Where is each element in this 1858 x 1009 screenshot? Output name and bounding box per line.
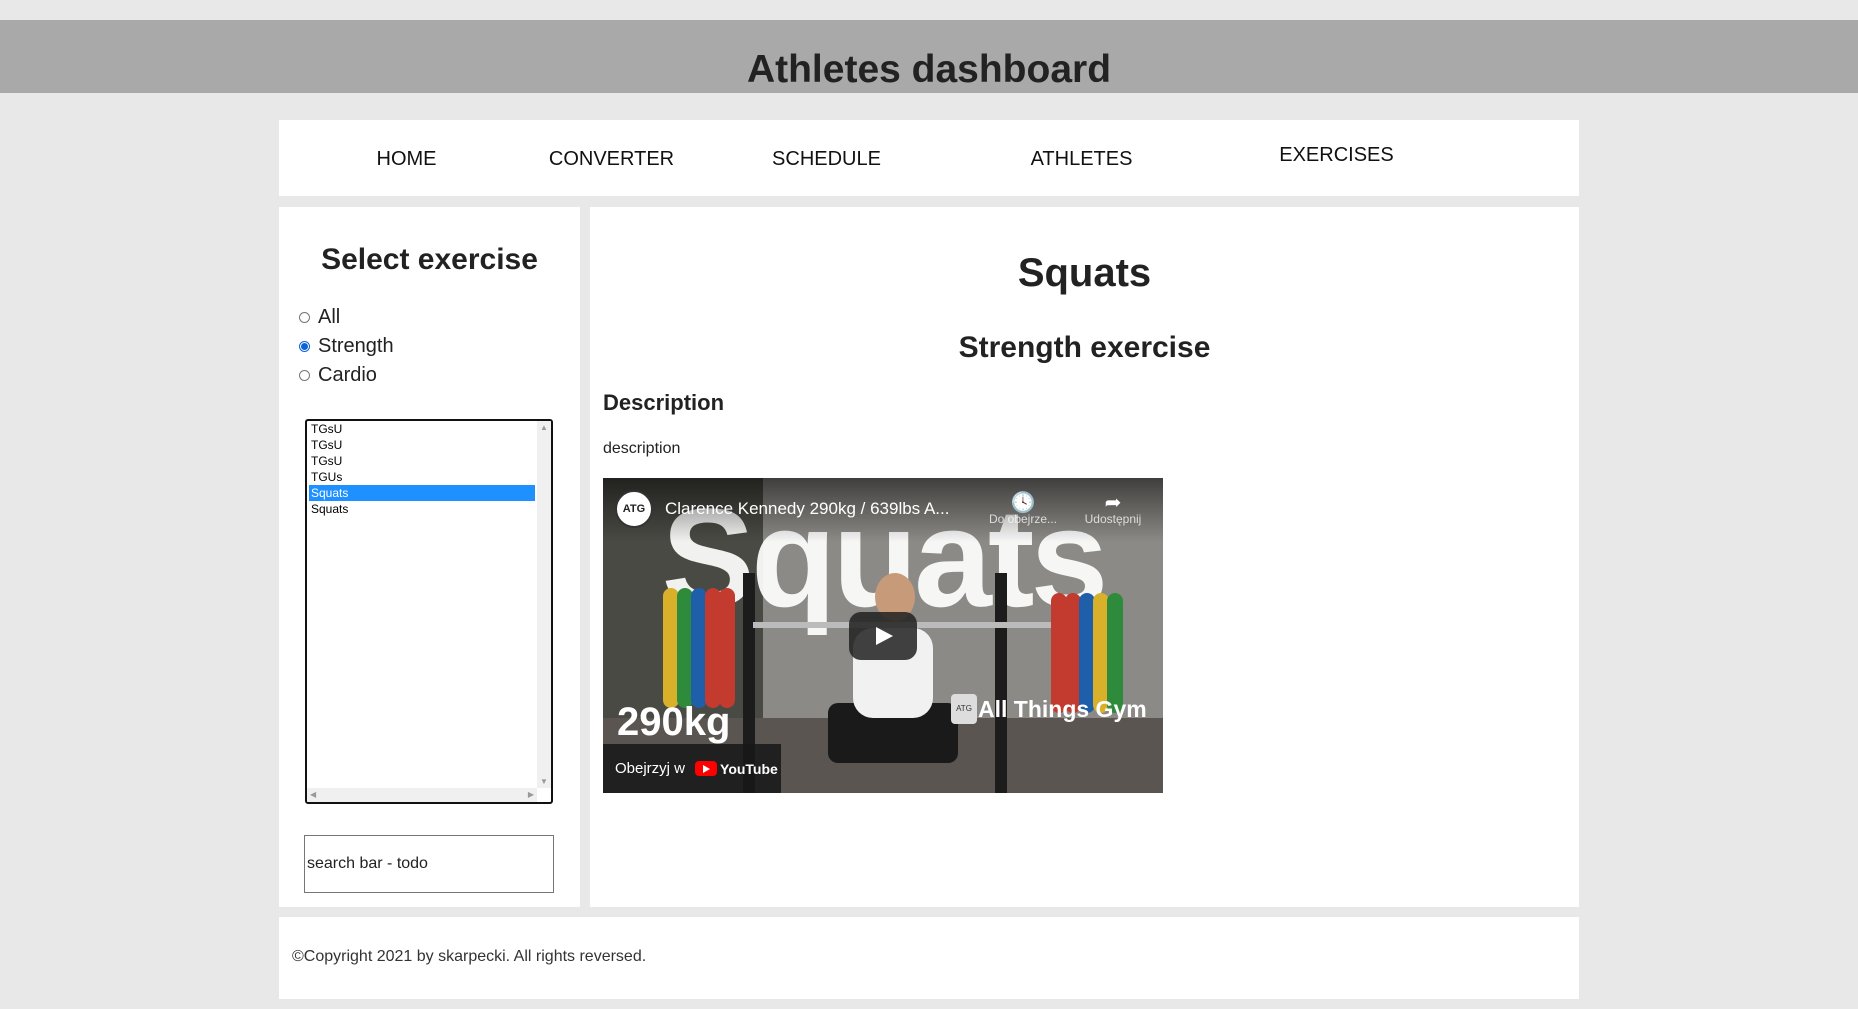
list-item-selected[interactable]: Squats bbox=[309, 485, 535, 501]
share-icon: ➦ bbox=[1104, 492, 1122, 514]
video-brand-text: All Things Gym bbox=[978, 696, 1147, 722]
video-weight-text: 290kg bbox=[617, 700, 731, 744]
nav-item-exercises[interactable]: EXERCISES bbox=[1209, 144, 1464, 167]
filter-strength[interactable]: Strength bbox=[299, 333, 394, 359]
scroll-right-icon[interactable]: ▶ bbox=[528, 790, 534, 799]
youtube-logo: YouTube bbox=[695, 761, 778, 777]
horizontal-scrollbar[interactable]: ◀ ▶ bbox=[307, 788, 537, 802]
brand-logo-icon: ATG bbox=[951, 694, 977, 724]
exercise-detail: Squats Strength exercise Description des… bbox=[590, 207, 1579, 907]
radio-all[interactable] bbox=[299, 311, 310, 323]
page-header: Athletes dashboard bbox=[0, 20, 1858, 93]
play-button[interactable] bbox=[849, 612, 917, 660]
watch-later-button[interactable]: 🕓 Do obejrze... bbox=[988, 490, 1058, 526]
nav-item-schedule[interactable]: SCHEDULE bbox=[699, 148, 954, 171]
plate bbox=[1107, 593, 1123, 713]
vertical-scrollbar[interactable]: ▲ ▼ bbox=[537, 421, 551, 788]
description-text: description bbox=[603, 440, 681, 457]
main-nav: HOME CONVERTER SCHEDULE ATHLETES EXERCIS… bbox=[279, 120, 1579, 196]
plates-right bbox=[1051, 593, 1151, 713]
filter-cardio-label: Cardio bbox=[318, 363, 377, 386]
youtube-label: YouTube bbox=[720, 760, 778, 777]
channel-avatar[interactable]: ATG bbox=[615, 490, 653, 528]
nav-item-athletes[interactable]: ATHLETES bbox=[954, 148, 1209, 171]
list-item[interactable]: TGsU bbox=[309, 453, 535, 469]
video-title[interactable]: Clarence Kennedy 290kg / 639lbs A... bbox=[665, 499, 949, 519]
squat-rack bbox=[995, 573, 1007, 793]
plate bbox=[719, 588, 735, 708]
list-item[interactable]: TGsU bbox=[309, 437, 535, 453]
filter-all-label: All bbox=[318, 305, 341, 328]
scroll-up-icon[interactable]: ▲ bbox=[540, 423, 548, 432]
radio-strength[interactable] bbox=[299, 340, 310, 352]
youtube-play-icon bbox=[695, 761, 718, 776]
exercise-sidebar: Select exercise All Strength Cardio TGsU… bbox=[279, 207, 580, 907]
list-item[interactable]: TGUs bbox=[309, 469, 535, 485]
share-label: Udostępnij bbox=[1084, 512, 1142, 526]
list-item[interactable]: TGsU bbox=[309, 421, 535, 437]
share-button[interactable]: ➦ Udostępnij bbox=[1078, 490, 1148, 526]
plates-left bbox=[663, 588, 763, 708]
description-heading: Description bbox=[603, 390, 725, 415]
page-title: Athletes dashboard bbox=[746, 48, 1112, 91]
filter-all[interactable]: All bbox=[299, 304, 340, 330]
scroll-down-icon[interactable]: ▼ bbox=[540, 777, 548, 786]
list-item[interactable]: Squats bbox=[309, 501, 535, 517]
page-footer: ©Copyright 2021 by skarpecki. All rights… bbox=[279, 917, 1579, 999]
watch-on-youtube-button[interactable]: Obejrzyj w YouTube bbox=[603, 744, 781, 793]
copyright-text: ©Copyright 2021 by skarpecki. All rights… bbox=[292, 948, 647, 965]
filter-cardio[interactable]: Cardio bbox=[299, 362, 377, 388]
exercise-title: Squats bbox=[1017, 251, 1152, 295]
watch-later-label: Do obejrze... bbox=[988, 512, 1058, 526]
radio-cardio[interactable] bbox=[299, 369, 310, 381]
filter-strength-label: Strength bbox=[318, 334, 394, 357]
youtube-embed[interactable]: Squats ATG Clarence Kennedy 290kg / 639l… bbox=[603, 478, 1163, 793]
sidebar-title: Select exercise bbox=[321, 243, 538, 276]
search-input[interactable]: search bar - todo bbox=[304, 835, 554, 893]
watch-on-label: Obejrzyj w bbox=[615, 760, 686, 777]
exercise-category: Strength exercise bbox=[958, 331, 1211, 364]
exercise-listbox[interactable]: TGsU TGsU TGsU TGUs Squats Squats ▲ ▼ ◀ … bbox=[305, 419, 553, 804]
clock-icon: 🕓 bbox=[1010, 492, 1036, 514]
scroll-left-icon[interactable]: ◀ bbox=[310, 790, 316, 799]
